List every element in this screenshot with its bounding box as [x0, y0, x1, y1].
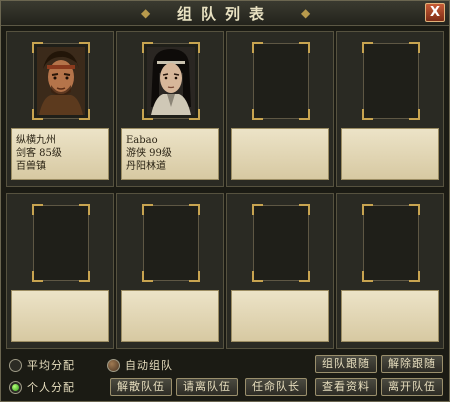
unfollow-button[interactable]: 解除跟随: [381, 355, 443, 373]
leave-team-button[interactable]: 离开队伍: [381, 378, 443, 396]
personal-distribution-label: 个人分配: [27, 381, 75, 394]
title-ornament-right-icon: ◆: [301, 6, 311, 20]
team-list-window: ◆ 组队列表 ◆ X 纵横九州 剑客 85级 百兽镇 Eabao 游侠 99级 …: [0, 0, 450, 402]
member-info: [341, 128, 439, 180]
frame-corner-icon: [189, 271, 200, 282]
frame-corner-icon: [362, 204, 373, 215]
follow-team-button[interactable]: 组队跟随: [315, 355, 377, 373]
member-slot-4[interactable]: [336, 31, 444, 187]
empty-portrait-frame: [362, 204, 420, 282]
member-slot-2[interactable]: Eabao 游侠 99级 丹阳林道: [116, 31, 224, 187]
member-slot-3[interactable]: [226, 31, 334, 187]
frame-corner-icon: [252, 204, 263, 215]
auto-team-checkbox[interactable]: [107, 359, 120, 372]
member-info: Eabao 游侠 99级 丹阳林道: [121, 128, 219, 180]
member-info: [11, 290, 109, 342]
member-info: [121, 290, 219, 342]
radio-even-distribution[interactable]: [9, 359, 22, 372]
member-info: 纵横九州 剑客 85级 百兽镇: [11, 128, 109, 180]
disband-team-button[interactable]: 解散队伍: [110, 378, 172, 396]
member-name: Eabao: [126, 135, 158, 146]
frame-corner-icon: [409, 109, 420, 120]
frame-corner-icon: [299, 204, 310, 215]
portrait-frame: [142, 42, 200, 120]
member-class-level: 游侠 99级: [126, 148, 172, 159]
frame-corner-icon: [79, 271, 90, 282]
frame-corner-icon: [362, 42, 373, 53]
footer-controls: 平均分配 自动组队 个人分配 组队跟随 解除跟随 解散队伍 请离队伍 任命队长 …: [1, 353, 449, 401]
frame-corner-icon: [409, 271, 420, 282]
window-title: 组队列表: [176, 5, 273, 23]
frame-corner-icon: [409, 42, 420, 53]
member-info: [231, 128, 329, 180]
auto-team-label: 自动组队: [125, 359, 173, 372]
radio-personal-distribution[interactable]: [9, 381, 22, 394]
frame-corner-icon: [252, 271, 263, 282]
frame-corner-icon: [142, 204, 153, 215]
member-slot-1[interactable]: 纵横九州 剑客 85级 百兽镇: [6, 31, 114, 187]
frame-corner-icon: [252, 109, 263, 120]
member-slot-7[interactable]: [226, 193, 334, 349]
frame-corner-icon: [362, 109, 373, 120]
close-button[interactable]: X: [425, 3, 445, 22]
member-name: 纵横九州: [16, 135, 56, 146]
even-distribution-label: 平均分配: [27, 359, 75, 372]
frame-corner-icon: [299, 109, 310, 120]
frame-corner-icon: [189, 204, 200, 215]
kick-member-button[interactable]: 请离队伍: [176, 378, 238, 396]
portrait-frame: [32, 42, 90, 120]
frame-corner-icon: [32, 204, 43, 215]
frame-corner-icon: [32, 271, 43, 282]
title-bar[interactable]: ◆ 组队列表 ◆ X: [1, 1, 449, 26]
frame-corner-icon: [142, 271, 153, 282]
member-location: 丹阳林道: [126, 161, 166, 172]
appoint-leader-button[interactable]: 任命队长: [245, 378, 307, 396]
empty-portrait-frame: [252, 42, 310, 120]
empty-portrait-frame: [252, 204, 310, 282]
frame-corner-icon: [299, 271, 310, 282]
member-location: 百兽镇: [16, 161, 46, 172]
empty-portrait-frame: [142, 204, 200, 282]
frame-corner-icon: [252, 42, 263, 53]
warrior-portrait: [37, 47, 85, 115]
empty-portrait-frame: [362, 42, 420, 120]
empty-portrait-frame: [32, 204, 90, 282]
frame-corner-icon: [79, 204, 90, 215]
member-class-level: 剑客 85级: [16, 148, 62, 159]
member-slot-8[interactable]: [336, 193, 444, 349]
member-grid: 纵横九州 剑客 85级 百兽镇 Eabao 游侠 99级 丹阳林道: [6, 31, 444, 349]
frame-corner-icon: [362, 271, 373, 282]
view-profile-button[interactable]: 查看资料: [315, 378, 377, 396]
frame-corner-icon: [299, 42, 310, 53]
member-slot-6[interactable]: [116, 193, 224, 349]
member-info: [231, 290, 329, 342]
member-slot-5[interactable]: [6, 193, 114, 349]
member-info: [341, 290, 439, 342]
swordsman-portrait: [147, 47, 195, 115]
frame-corner-icon: [409, 204, 420, 215]
